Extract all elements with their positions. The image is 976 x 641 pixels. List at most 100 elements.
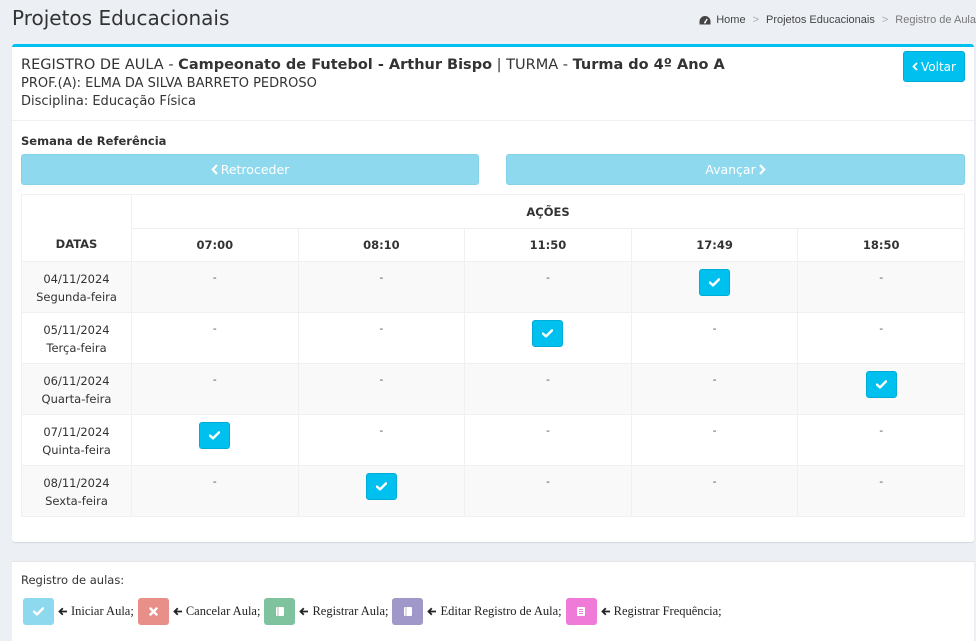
slot-cell: - [297, 261, 466, 313]
arrow-left-icon [600, 607, 611, 616]
legend-label: Iniciar Aula; [71, 604, 134, 618]
empty-slot-mark: - [379, 271, 384, 284]
weekday-value: Terça-feira [46, 341, 107, 355]
empty-slot-mark: - [379, 424, 384, 437]
page-title: Projetos Educacionais [12, 6, 230, 30]
previous-week-button[interactable]: Retroceder [21, 154, 479, 185]
slot-cell: - [131, 312, 299, 364]
empty-slot-mark: - [879, 424, 884, 437]
dates-header-label: DATAS [55, 237, 98, 251]
turma-prefix: | TURMA - [492, 57, 573, 73]
next-week-button[interactable]: Avançar [506, 154, 965, 185]
weekday-value: Quinta-feira [42, 443, 111, 457]
date-cell: 07/11/2024 Quinta-feira [21, 414, 132, 466]
slot-cell: - [797, 312, 965, 364]
chevron-right-icon [758, 164, 766, 175]
slot-cell: - [797, 414, 965, 466]
check-icon [875, 380, 887, 389]
slot-cell: - [464, 363, 632, 415]
time-header: 11:50 [464, 228, 632, 262]
turma-name: Turma do 4º Ano A [572, 57, 725, 73]
slot-cell: - [630, 363, 799, 415]
check-icon [375, 482, 387, 491]
slot-cell: - [464, 261, 632, 313]
dates-header: DATAS [21, 194, 132, 262]
legend-item: Registrar Aula; [264, 598, 388, 625]
legend-swatch [565, 598, 597, 625]
list-icon [576, 606, 586, 617]
breadcrumb-home[interactable]: Home [716, 14, 745, 26]
legend-item: Registrar Frequência; [565, 598, 722, 625]
book-icon [275, 606, 285, 617]
chevron-left-icon [211, 164, 218, 175]
empty-slot-mark: - [212, 475, 217, 488]
date-value: 06/11/2024 [43, 374, 110, 388]
time-header: 07:00 [131, 228, 299, 262]
weekday-value: Segunda-feira [36, 290, 117, 304]
slot-cell: - [464, 465, 632, 517]
empty-slot-mark: - [712, 424, 717, 437]
dashboard-icon [699, 15, 711, 26]
table-row: 08/11/2024 Sexta-feira - - - - [21, 465, 965, 517]
weekday-value: Sexta-feira [45, 494, 108, 508]
date-value: 05/11/2024 [43, 323, 110, 337]
project-name: Campeonato de Futebol - Arthur Bispo [178, 57, 493, 73]
legend-swatch [23, 598, 54, 625]
back-button[interactable]: Voltar [903, 51, 965, 82]
start-lesson-button[interactable] [699, 269, 731, 296]
discipline-name: Disciplina: Educação Física [21, 94, 196, 109]
legend-item: Iniciar Aula; [23, 598, 134, 625]
empty-slot-mark: - [879, 475, 884, 488]
empty-slot-mark: - [379, 373, 384, 386]
start-lesson-button[interactable] [532, 320, 564, 347]
legend-item: Cancelar Aula; [137, 598, 261, 625]
slot-cell [131, 414, 299, 466]
book-icon [403, 606, 413, 617]
table-row: 05/11/2024 Terça-feira - - - - [21, 312, 965, 364]
empty-slot-mark: - [545, 475, 550, 488]
arrow-left-icon [427, 607, 437, 616]
date-cell: 05/11/2024 Terça-feira [21, 312, 132, 364]
check-icon [209, 431, 221, 440]
legend-label: Registrar Aula; [312, 604, 389, 618]
legend-swatch [137, 598, 169, 625]
slot-cell: - [131, 261, 299, 313]
actions-header: AÇÕES [131, 194, 965, 229]
slot-cell: - [630, 465, 799, 517]
legend-swatch [264, 598, 296, 625]
arrow-left-icon [173, 607, 183, 616]
empty-slot-mark: - [379, 322, 384, 335]
check-icon [542, 329, 554, 338]
week-reference-label: Semana de Referência [21, 134, 167, 148]
empty-slot-mark: - [545, 424, 550, 437]
slot-cell: - [797, 465, 965, 517]
start-lesson-button[interactable] [199, 422, 231, 449]
slot-cell: - [297, 312, 466, 364]
empty-slot-mark: - [712, 373, 717, 386]
time-header: 18:50 [797, 228, 965, 262]
date-cell: 08/11/2024 Sexta-feira [21, 465, 132, 517]
table-row: 07/11/2024 Quinta-feira - - - - [21, 414, 965, 466]
slot-cell: - [464, 414, 632, 466]
date-cell: 06/11/2024 Quarta-feira [21, 363, 132, 415]
slot-cell [630, 261, 799, 313]
legend-label: Cancelar Aula; [185, 604, 261, 618]
chevron-left-icon [912, 62, 918, 71]
slot-cell: - [630, 312, 799, 364]
start-lesson-button[interactable] [365, 473, 397, 500]
breadcrumb-separator: > [881, 14, 889, 26]
empty-slot-mark: - [879, 322, 884, 335]
legend-label: Registrar Frequência; [613, 604, 722, 618]
empty-slot-mark: - [712, 322, 717, 335]
start-lesson-button[interactable] [865, 371, 897, 398]
time-header: 08:10 [297, 228, 466, 262]
legend-item: Editar Registro de Aula; [392, 598, 562, 625]
record-prefix: REGISTRO DE AULA - [21, 57, 179, 73]
slot-cell [797, 363, 965, 415]
breadcrumb-projects[interactable]: Projetos Educacionais [766, 14, 875, 26]
slot-cell [297, 465, 466, 517]
weekday-value: Quarta-feira [41, 392, 112, 406]
empty-slot-mark: - [545, 271, 550, 284]
slot-cell: - [297, 363, 466, 415]
schedule-table: DATAS AÇÕES 07:00 08:10 11:50 17:49 18:50 04… [21, 194, 965, 517]
